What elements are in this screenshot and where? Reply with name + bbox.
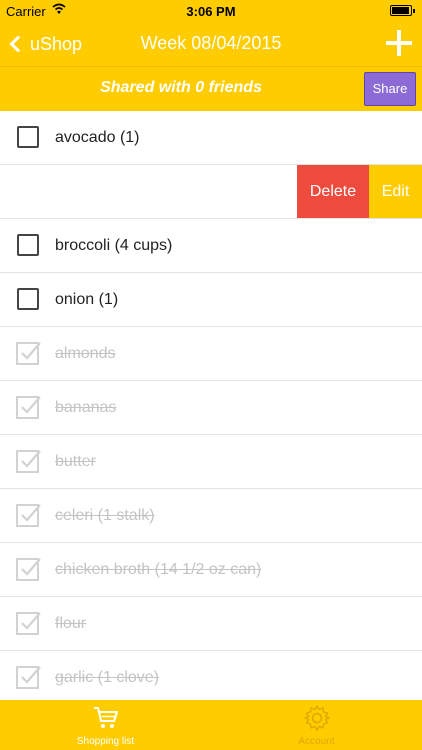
list-item-label: broccoli (4 cups) bbox=[55, 237, 173, 254]
share-button[interactable]: Share bbox=[364, 72, 416, 106]
checkbox-checked-icon[interactable] bbox=[16, 664, 42, 690]
tab-label: Shopping list bbox=[76, 736, 135, 747]
list-item-label: onion (1) bbox=[55, 291, 119, 308]
checkbox-unchecked-icon[interactable] bbox=[17, 234, 39, 256]
list-item[interactable]: almonds bbox=[0, 327, 422, 381]
list-item[interactable]: avocado (1) bbox=[0, 111, 422, 165]
checkbox-unchecked-icon[interactable] bbox=[17, 288, 39, 310]
list-item-label: butter bbox=[55, 453, 96, 470]
list-item[interactable]: celeri (1 stalk) bbox=[0, 489, 422, 543]
tab-bar: Shopping list Account bbox=[0, 700, 422, 750]
list-item-label: chicken broth (14 1/2 oz can) bbox=[55, 561, 262, 578]
back-button[interactable]: uShop bbox=[8, 32, 82, 56]
swiped-list-item[interactable]: es Delete Edit bbox=[0, 165, 422, 219]
add-item-button[interactable] bbox=[386, 30, 412, 56]
tab-account[interactable]: Account bbox=[211, 700, 422, 750]
checkbox-checked-icon[interactable] bbox=[16, 502, 42, 528]
shopping-list: avocado (1) es Delete Edit broccoli (4 c… bbox=[0, 111, 422, 705]
share-status-text: Shared with 0 friends bbox=[100, 79, 262, 96]
checkbox-checked-icon[interactable] bbox=[16, 610, 42, 636]
nav-bar: uShop Week 08/04/2015 bbox=[0, 22, 422, 66]
cart-icon bbox=[94, 707, 118, 728]
list-item-label: avocado (1) bbox=[55, 129, 140, 146]
tab-label: Account bbox=[298, 736, 335, 747]
edit-button[interactable]: Edit bbox=[369, 165, 422, 218]
share-bar: Shared with 0 friends Share bbox=[0, 66, 422, 111]
checkbox-checked-icon[interactable] bbox=[16, 556, 42, 582]
status-time: 3:06 PM bbox=[186, 4, 236, 19]
back-button-label: uShop bbox=[30, 33, 83, 54]
list-item-label: flour bbox=[55, 615, 87, 632]
list-item-label: bananas bbox=[55, 399, 117, 416]
gear-icon bbox=[304, 705, 330, 731]
checkbox-unchecked-icon[interactable] bbox=[17, 126, 39, 148]
list-item[interactable]: chicken broth (14 1/2 oz can) bbox=[0, 543, 422, 597]
list-item[interactable]: garlic (1 clove) bbox=[0, 651, 422, 705]
list-item[interactable]: butter bbox=[0, 435, 422, 489]
status-bar: Carrier 3:06 PM bbox=[0, 0, 422, 22]
list-item[interactable]: bananas bbox=[0, 381, 422, 435]
list-item-label: almonds bbox=[55, 345, 116, 362]
list-item[interactable]: broccoli (4 cups) bbox=[0, 219, 422, 273]
list-item-label: garlic (1 clove) bbox=[55, 669, 160, 686]
app-screen: Carrier 3:06 PM uShop Week 08/04/2015 Sh… bbox=[0, 0, 422, 750]
battery-icon bbox=[390, 5, 415, 16]
delete-button[interactable]: Delete bbox=[297, 165, 369, 218]
battery-level bbox=[392, 7, 410, 14]
checkbox-checked-icon[interactable] bbox=[16, 448, 42, 474]
list-item[interactable]: flour bbox=[0, 597, 422, 651]
list-item-label: celeri (1 stalk) bbox=[55, 507, 155, 524]
checkbox-checked-icon[interactable] bbox=[16, 394, 42, 420]
tab-shopping-list[interactable]: Shopping list bbox=[0, 700, 211, 750]
list-items: broccoli (4 cups) onion (1) almonds bananas… bbox=[0, 219, 422, 705]
chevron-left-icon bbox=[9, 35, 27, 53]
list-item[interactable]: onion (1) bbox=[0, 273, 422, 327]
checkbox-checked-icon[interactable] bbox=[16, 340, 42, 366]
